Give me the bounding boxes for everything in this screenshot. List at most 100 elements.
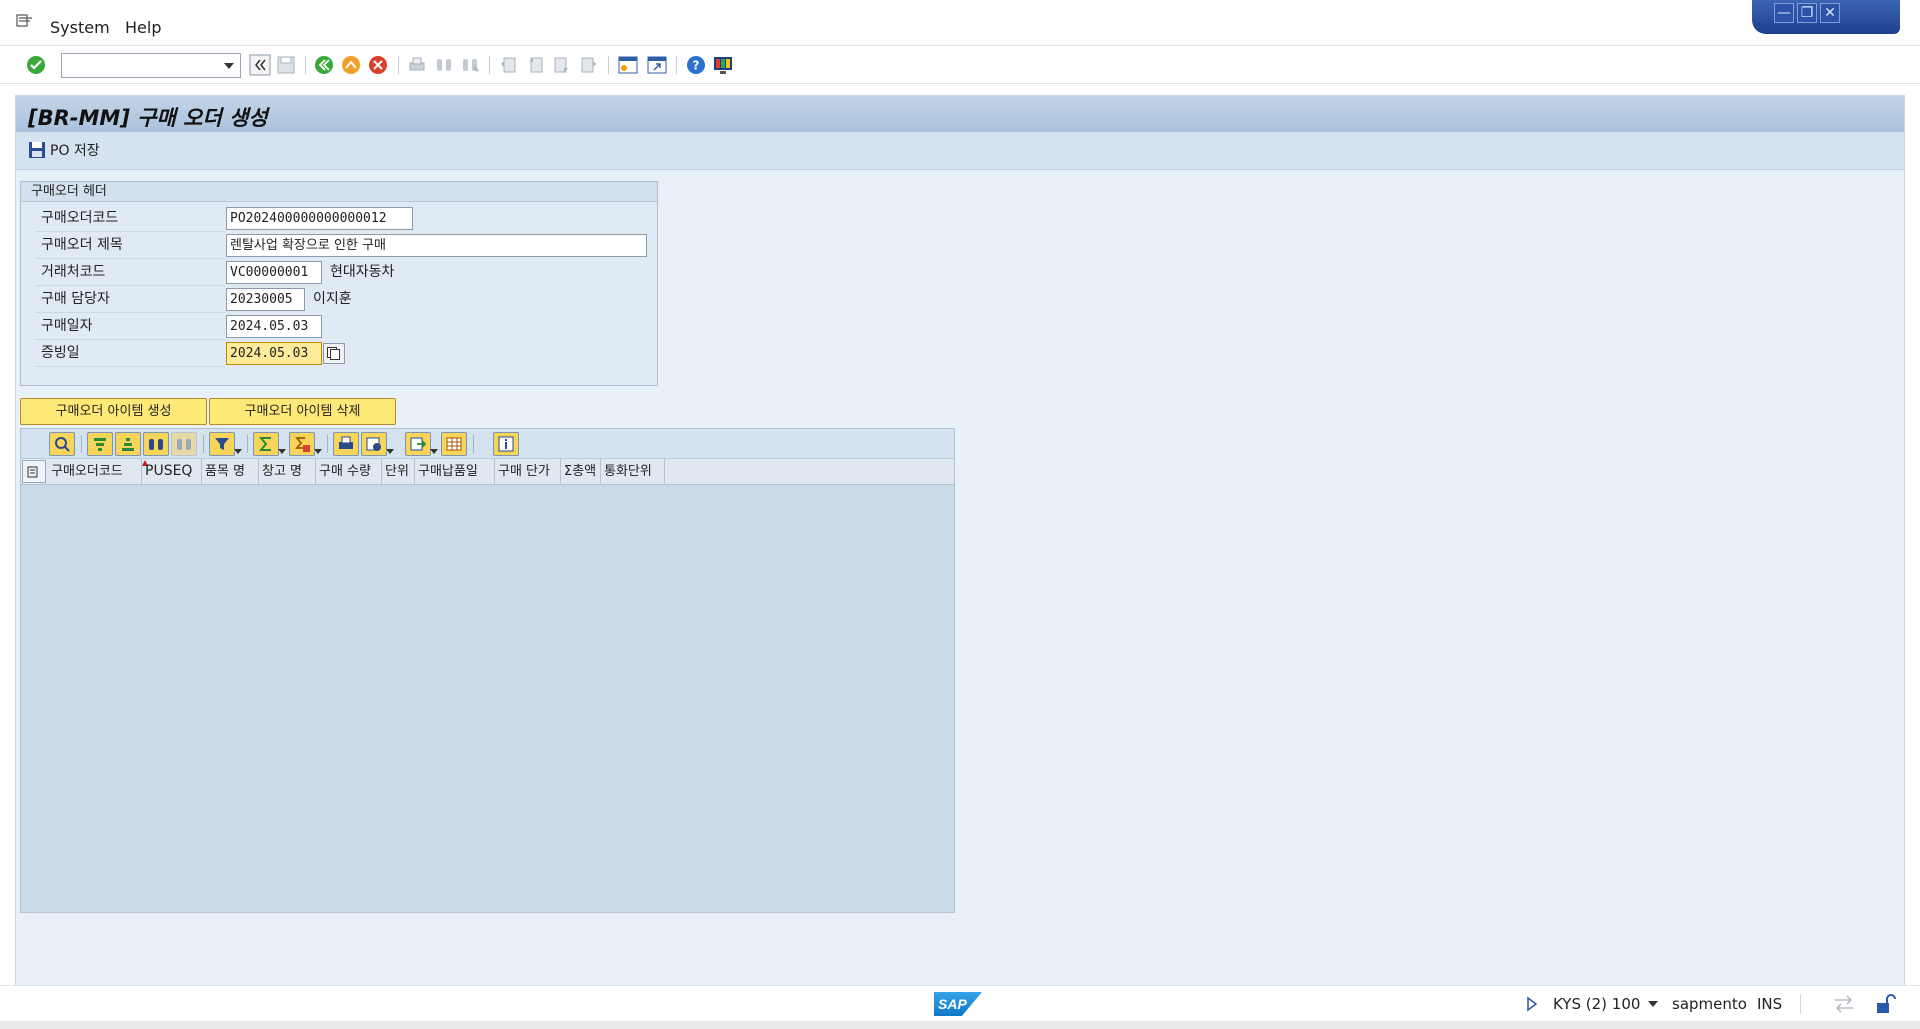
vendor-code-field[interactable]: VC00000001 [226,261,322,284]
menu-help[interactable]: Help [125,18,161,37]
chevron-down-icon[interactable] [224,63,234,69]
sort-descending-icon[interactable] [115,432,141,456]
layout-icon[interactable] [441,432,467,456]
column-header[interactable]: 구매납품일 [415,459,495,484]
back-icon[interactable] [312,53,336,77]
po-title-label: 구매오더 제목 [35,232,225,259]
chevron-down-icon [234,449,242,454]
play-icon[interactable] [1526,996,1538,1012]
print-icon[interactable] [333,432,359,456]
title-bar: [BR-MM] 구매 오더 생성 [16,96,1904,132]
po-code-row: 구매오더코드 PO202400000000000012 [35,205,655,232]
po-save-label: PO 저장 [50,143,100,159]
cancel-icon[interactable] [366,53,390,77]
application-toolbar: PO 저장 [16,132,1904,170]
minimize-icon[interactable]: — [1774,3,1794,23]
restore-icon[interactable]: ❐ [1797,3,1817,23]
bottom-strip [0,1021,1920,1029]
sum-icon[interactable] [253,432,286,456]
grid-separator [203,435,204,453]
insert-mode: INS [1757,995,1783,1013]
window-controls: — ❐ ✕ [1752,0,1900,34]
column-header[interactable]: 창고 명 [259,459,316,484]
find-next-icon[interactable] [458,53,482,77]
doc-date-field[interactable]: 2024.05.03 [226,342,322,365]
po-code-label: 구매오더코드 [35,205,225,232]
menu-icon[interactable] [16,14,34,28]
session-info[interactable]: KYS (2) 100 [1553,995,1640,1013]
customize-layout-icon[interactable] [711,53,735,77]
command-field[interactable] [61,53,241,78]
system-toolbar: ? [0,46,1920,84]
column-header[interactable]: 품목 명 [202,459,259,484]
next-page-icon[interactable] [550,53,574,77]
select-all-icon[interactable] [22,460,46,483]
po-header-group: 구매오더 헤더 구매오더코드 PO202400000000000012 구매오더… [20,181,658,386]
content-area: 구매오더 헤더 구매오더코드 PO202400000000000012 구매오더… [16,171,1904,985]
grid-separator [473,435,474,453]
save-disabled-icon[interactable] [274,53,298,77]
enter-icon[interactable] [24,53,48,77]
column-header[interactable]: 구매 단가 [495,459,561,484]
find-icon[interactable] [143,432,169,456]
column-header[interactable]: 구매 수량 [316,459,382,484]
print-icon[interactable] [405,53,429,77]
menu-bar: System Help — ❐ ✕ [0,0,1920,46]
chevron-down-icon [278,449,286,454]
connection-icon[interactable] [1833,994,1855,1014]
column-header[interactable]: PUSEQ [142,459,202,484]
main-area: [BR-MM] 구매 오더 생성 PO 저장 구매오더 헤더 구매오더코드 PO… [15,95,1905,985]
exit-icon[interactable] [339,53,363,77]
toolbar-separator [398,56,399,74]
lock-icon[interactable] [1874,993,1896,1015]
buyer-label: 구매 담당자 [35,286,225,313]
grid-toolbar [21,429,954,459]
column-header[interactable]: 단위 [382,459,415,484]
help-icon[interactable]: ? [684,53,708,77]
shortcut-icon[interactable] [645,53,669,77]
new-session-icon[interactable] [616,53,640,77]
first-page-icon[interactable] [496,53,520,77]
buyer-field[interactable]: 20230005 [226,288,305,311]
delete-po-item-button[interactable]: 구매오더 아이템 삭제 [209,398,396,425]
po-items-grid: 구매오더코드 PUSEQ 품목 명 창고 명 구매 수량 단위 구매납품일 구매… [20,428,955,913]
po-date-label: 구매일자 [35,313,225,340]
save-icon [29,142,45,158]
chevron-down-icon [386,449,394,454]
po-code-field[interactable]: PO202400000000000012 [226,207,413,230]
find-icon[interactable] [432,53,456,77]
po-date-field[interactable]: 2024.05.03 [226,315,322,338]
menu-system[interactable]: System [50,18,110,37]
vendor-row: 거래처코드 VC00000001 현대자동차 [35,259,655,286]
details-icon[interactable] [49,432,75,456]
column-header[interactable]: Σ총액 [561,459,601,484]
close-icon[interactable]: ✕ [1820,3,1840,23]
chevron-down-icon[interactable] [1648,1001,1658,1007]
create-po-item-button[interactable]: 구매오더 아이템 생성 [20,398,207,425]
info-icon[interactable] [493,432,519,456]
status-separator [1800,994,1801,1014]
po-title-row: 구매오더 제목 렌탈사업 확장으로 인한 구매 [35,232,655,259]
column-header[interactable]: 통화단위 [601,459,665,484]
grid-header: 구매오더코드 PUSEQ 품목 명 창고 명 구매 수량 단위 구매납품일 구매… [21,459,954,485]
subtotal-icon[interactable] [289,432,322,456]
group-title: 구매오더 헤더 [21,182,657,202]
po-title-field[interactable]: 렌탈사업 확장으로 인한 구매 [226,234,647,257]
column-header[interactable]: 구매오더코드 [48,459,142,484]
last-page-icon[interactable] [577,53,601,77]
calendar-help-icon[interactable] [323,343,345,364]
svg-text:?: ? [693,59,700,73]
server-name: sapmento [1672,995,1747,1013]
find-next-icon[interactable] [171,432,197,456]
double-chevron-left-icon[interactable] [248,53,272,77]
grid-separator [81,435,82,453]
grid-separator [247,435,248,453]
sort-ascending-icon[interactable] [87,432,113,456]
views-icon[interactable] [361,432,394,456]
filter-icon[interactable] [209,432,242,456]
vendor-name: 현대자동차 [330,264,395,280]
export-icon[interactable] [405,432,438,456]
previous-page-icon[interactable] [523,53,547,77]
po-save-button[interactable]: PO 저장 [28,140,100,160]
grid-separator [327,435,328,453]
